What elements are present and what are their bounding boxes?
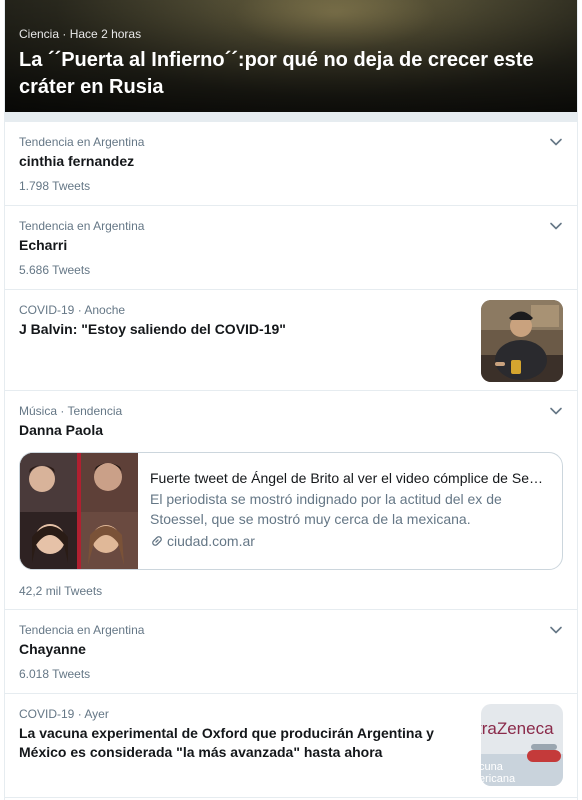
link-icon <box>150 534 164 548</box>
trend-tweet-count: 6.018 Tweets <box>19 667 91 681</box>
trend-context: Tendencia en Argentina <box>19 135 145 149</box>
trend-name: Danna Paola <box>19 422 104 438</box>
trend-name: cinthia fernandez <box>19 153 135 169</box>
trend-context: Música · Tendencia <box>19 404 123 418</box>
chevron-down-icon[interactable] <box>549 135 563 149</box>
trend-name: Chayanne <box>19 641 86 657</box>
hero-title: La ´´Puerta al Infierno´´:por qué no dej… <box>19 49 534 98</box>
trend-tweet-count: 42,2 mil Tweets <box>19 584 103 598</box>
chevron-down-icon[interactable] <box>549 623 563 637</box>
thumb-caption-1: cuna <box>481 761 504 773</box>
news-title: La vacuna experimental de Oxford que pro… <box>19 725 434 760</box>
link-preview-card[interactable]: Fuerte tweet de Ángel de Brito al ver el… <box>19 452 563 570</box>
trend-item[interactable]: Tendencia en Argentina Chayanne 6.018 Tw… <box>5 610 577 694</box>
news-category: COVID-19 <box>19 707 75 721</box>
link-preview-body: Fuerte tweet de Ángel de Brito al ver el… <box>138 453 562 569</box>
link-preview-title: Fuerte tweet de Ángel de Brito al ver el… <box>150 470 543 486</box>
news-thumbnail <box>481 300 563 382</box>
news-item[interactable]: COVID-19 · Ayer La vacuna experimental d… <box>5 694 577 798</box>
trend-name: Echarri <box>19 237 68 253</box>
link-preview-domain[interactable]: ciudad.com.ar <box>150 531 550 551</box>
trend-context: Tendencia en Argentina <box>19 219 145 233</box>
trend-item[interactable]: Tendencia en Argentina Echarri 5.686 Twe… <box>5 206 577 290</box>
news-separator: · <box>77 303 82 317</box>
news-time: Ayer <box>84 707 109 721</box>
trend-tweet-count: 1.798 Tweets <box>19 179 91 193</box>
trend-item-with-card[interactable]: Música · Tendencia Danna Paola Fuerte tw… <box>5 391 577 610</box>
link-preview-description: El periodista se mostró indignado por la… <box>150 491 502 527</box>
trend-item[interactable]: Tendencia en Argentina cinthia fernandez… <box>5 122 577 206</box>
news-item[interactable]: COVID-19 · Anoche J Balvin: "Estoy salie… <box>5 290 577 391</box>
hero-news-card[interactable]: Ciencia · Hace 2 horas La ´´Puerta al In… <box>5 0 577 112</box>
explore-column: Ciencia · Hace 2 horas La ´´Puerta al In… <box>4 0 578 800</box>
thumb-brand-text: traZeneca <box>481 719 554 738</box>
hero-category: Ciencia <box>19 27 60 41</box>
news-thumbnail: traZeneca cuna ericana <box>481 704 563 786</box>
link-domain-text: ciudad.com.ar <box>167 533 255 549</box>
trend-context: Tendencia en Argentina <box>19 623 145 637</box>
hero-separator: · <box>62 27 67 41</box>
section-divider <box>5 112 577 122</box>
news-time: Anoche <box>84 303 126 317</box>
trend-tweet-count: 5.686 Tweets <box>19 263 91 277</box>
news-category: COVID-19 <box>19 303 75 317</box>
hero-time: Hace 2 horas <box>69 27 142 41</box>
link-preview-image <box>20 453 138 569</box>
chevron-down-icon[interactable] <box>549 219 563 233</box>
hero-meta: Ciencia · Hace 2 horas <box>19 27 141 41</box>
chevron-down-icon[interactable] <box>549 404 563 418</box>
thumb-caption-2: ericana <box>481 773 516 785</box>
news-separator: · <box>77 707 82 721</box>
